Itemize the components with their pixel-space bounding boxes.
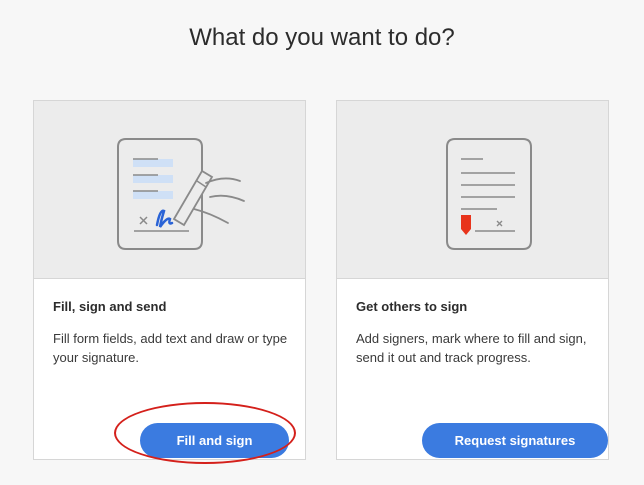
request-signatures-button[interactable]: Request signatures <box>422 423 608 458</box>
card-description: Fill form fields, add text and draw or t… <box>53 331 288 365</box>
card-title: Fill, sign and send <box>53 299 167 314</box>
request-signatures-illustration <box>337 101 608 279</box>
fill-sign-illustration <box>34 101 305 279</box>
page-title: What do you want to do? <box>189 24 455 51</box>
card-description: Add signers, mark where to fill and sign… <box>356 331 587 365</box>
card-title: Get others to sign <box>356 299 468 314</box>
fill-sign-document-icon <box>117 138 245 250</box>
fill-sign-card: Fill, sign and send Fill form fields, ad… <box>33 100 306 460</box>
request-signatures-card: Get others to sign Add signers, mark whe… <box>336 100 609 460</box>
fill-and-sign-button[interactable]: Fill and sign <box>140 423 289 458</box>
page: What do you want to do? Fill, sign and s… <box>0 0 644 485</box>
request-signatures-document-icon <box>446 138 532 250</box>
